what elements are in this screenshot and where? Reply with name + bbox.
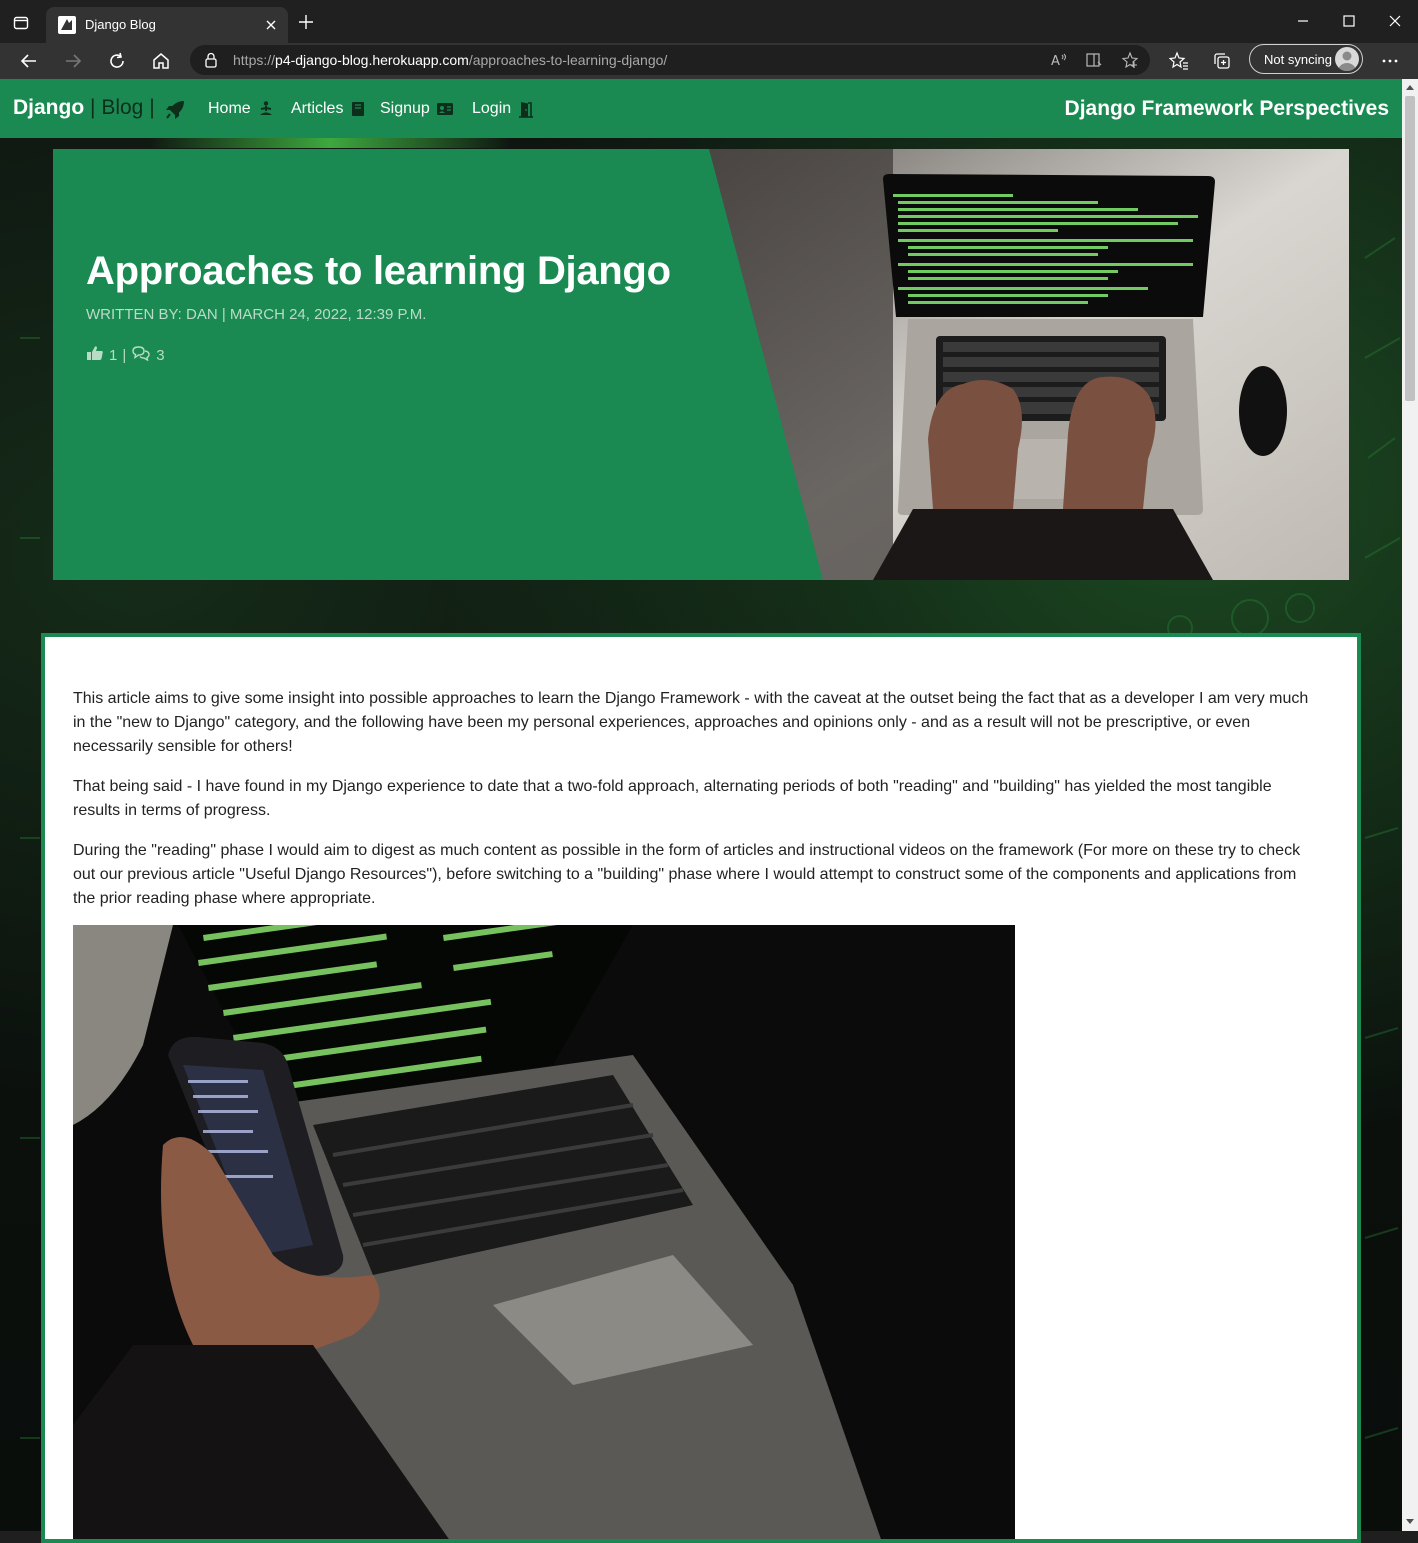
- article-paragraph: During the "reading" phase I would aim t…: [73, 842, 1301, 907]
- more-menu-icon[interactable]: [1380, 51, 1400, 71]
- browser-tab[interactable]: Django Blog: [46, 7, 288, 43]
- home-icon[interactable]: [149, 49, 173, 73]
- maximize-icon[interactable]: [1338, 10, 1360, 32]
- nav-articles-label: Articles: [291, 100, 344, 117]
- svg-text:A: A: [1051, 54, 1060, 69]
- id-card-icon: [436, 100, 454, 118]
- page-scrollbar[interactable]: [1402, 79, 1418, 1531]
- browser-tab-strip: Django Blog: [0, 0, 1418, 43]
- read-aloud-icon[interactable]: A: [1050, 51, 1068, 69]
- door-open-icon: [517, 100, 535, 118]
- forward-arrow-icon[interactable]: [61, 49, 85, 73]
- nav-signup-link[interactable]: Signup: [380, 100, 454, 118]
- minimize-icon[interactable]: [1292, 10, 1314, 32]
- close-tab-icon[interactable]: [262, 16, 280, 34]
- site-tagline: Django Framework Perspectives: [1064, 97, 1389, 120]
- url-host: p4-django-blog.herokuapp.com: [275, 52, 469, 68]
- scrollbar-thumb[interactable]: [1405, 96, 1415, 401]
- profile-avatar-icon: [1335, 47, 1359, 71]
- refresh-icon[interactable]: [105, 49, 129, 73]
- new-tab-icon[interactable]: [296, 12, 316, 32]
- post-title: Approaches to learning Django: [86, 249, 671, 293]
- scroll-up-arrow-icon[interactable]: [1406, 85, 1414, 90]
- nav-home-label: Home: [208, 100, 251, 117]
- nav-login-link[interactable]: Login: [472, 100, 535, 118]
- article-card: This article aims to give some insight i…: [41, 633, 1361, 1543]
- site-brand[interactable]: Django | Blog |: [13, 96, 155, 120]
- address-bar-row: https://p4-django-blog.herokuapp.com/app…: [0, 43, 1418, 79]
- likes-count: 1: [109, 346, 118, 364]
- sync-label: Not syncing: [1264, 52, 1332, 67]
- article-paragraph: That being said - I have found in my Dja…: [73, 778, 1272, 819]
- book-icon: [349, 100, 367, 118]
- django-favicon-icon: [58, 16, 76, 34]
- tab-title: Django Blog: [85, 17, 156, 32]
- url-field[interactable]: https://p4-django-blog.herokuapp.com/app…: [190, 45, 1150, 75]
- brand-blog-label: Blog: [101, 96, 144, 119]
- url-prefix: https://: [233, 52, 276, 68]
- scroll-down-arrow-icon[interactable]: [1406, 1519, 1414, 1524]
- favorites-icon[interactable]: [1168, 51, 1189, 71]
- close-window-icon[interactable]: [1384, 10, 1406, 32]
- not-syncing-button[interactable]: Not syncing: [1249, 44, 1363, 74]
- tab-actions-icon[interactable]: [10, 12, 32, 34]
- lock-icon[interactable]: [204, 52, 218, 68]
- nav-signup-label: Signup: [380, 100, 430, 117]
- nav-home-link[interactable]: Home: [208, 100, 275, 118]
- rocket-icon: [164, 99, 186, 121]
- nav-login-label: Login: [472, 100, 512, 117]
- site-navbar: Django | Blog | Home Articles Signup Log…: [0, 79, 1402, 138]
- url-text: https://p4-django-blog.herokuapp.com/app…: [233, 52, 667, 68]
- immersive-reader-icon[interactable]: [1085, 51, 1103, 69]
- brand-separator: |: [149, 96, 155, 119]
- meditation-icon: [257, 100, 275, 118]
- collections-icon[interactable]: [1212, 51, 1232, 71]
- article-paragraph: This article aims to give some insight i…: [73, 690, 1309, 755]
- post-stats: 1 | 3: [86, 345, 165, 365]
- thumbs-up-icon[interactable]: [86, 345, 104, 365]
- comments-icon: [131, 345, 151, 365]
- post-hero: Approaches to learning Django WRITTEN BY…: [53, 149, 1349, 580]
- url-path: /approaches-to-learning-django/: [468, 52, 668, 68]
- brand-separator: |: [90, 96, 96, 119]
- back-arrow-icon[interactable]: [17, 49, 41, 73]
- add-favorite-icon[interactable]: [1121, 51, 1139, 69]
- brand-name: Django: [13, 96, 85, 119]
- stats-separator: |: [122, 346, 127, 364]
- comments-count: 3: [156, 346, 165, 364]
- post-byline: WRITTEN BY: DAN | MARCH 24, 2022, 12:39 …: [86, 306, 427, 323]
- phone-and-laptop-photo: [73, 925, 1015, 1539]
- nav-articles-link[interactable]: Articles: [291, 100, 367, 118]
